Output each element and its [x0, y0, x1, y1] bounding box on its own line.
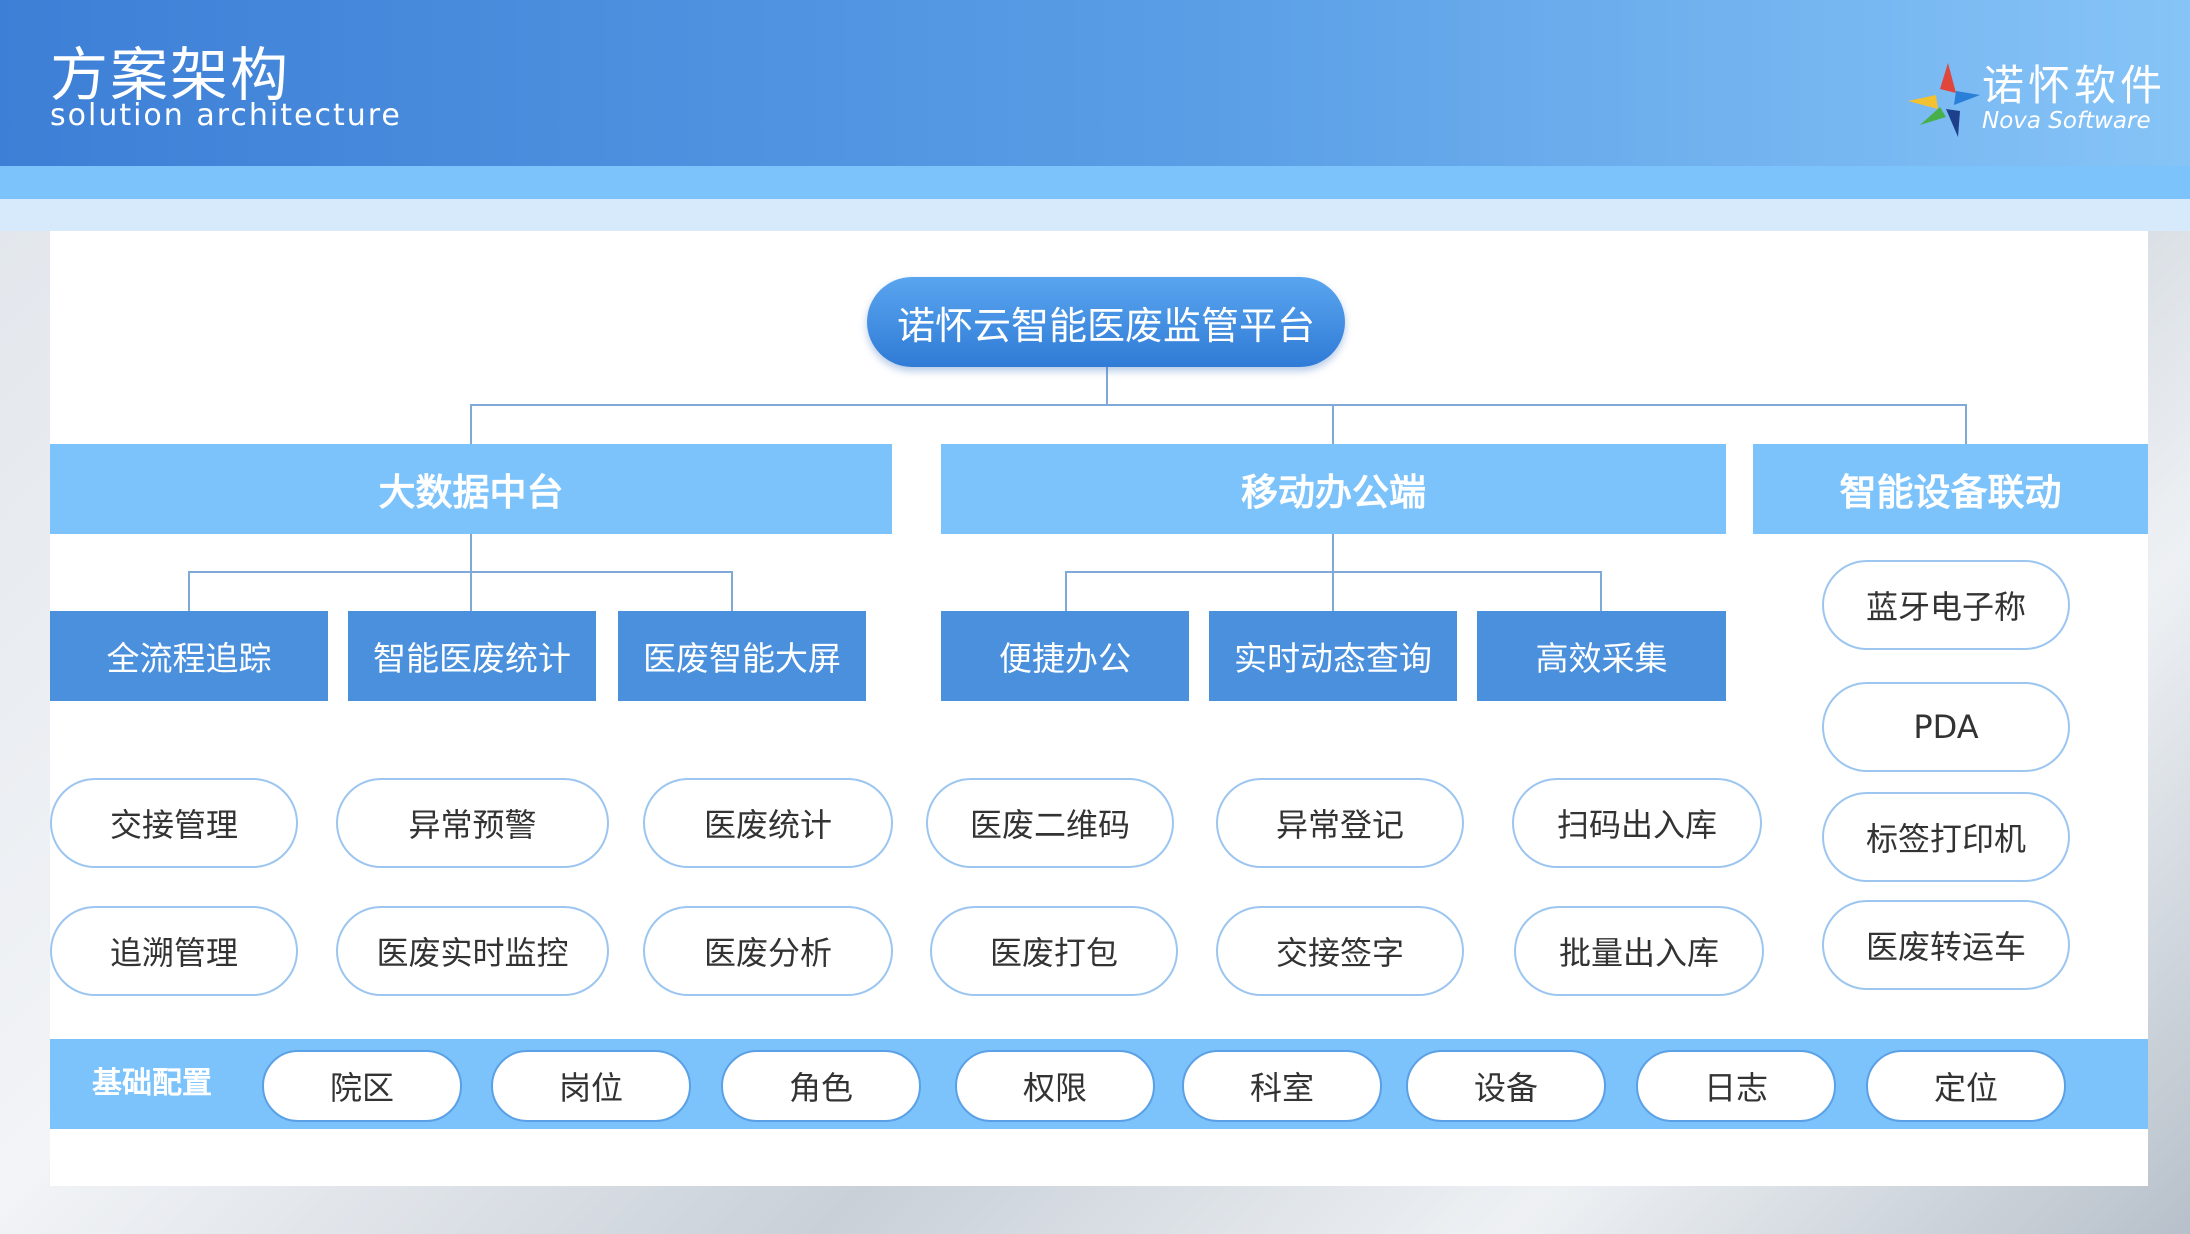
item-handover-management: 交接管理 — [50, 778, 298, 868]
item-waste-transport-cart: 医废转运车 — [1822, 900, 2070, 990]
base-item-department: 科室 — [1182, 1050, 1382, 1122]
sub-realtime-query: 实时动态查询 — [1209, 611, 1457, 701]
base-item-campus: 院区 — [262, 1050, 462, 1122]
item-waste-statistics: 医废统计 — [643, 778, 893, 868]
sub-waste-big-screen: 医废智能大屏 — [618, 611, 866, 701]
item-bluetooth-scale: 蓝牙电子称 — [1822, 560, 2070, 650]
sub-full-process-tracking: 全流程追踪 — [50, 611, 328, 701]
item-handover-signature: 交接签字 — [1216, 906, 1464, 996]
item-pda: PDA — [1822, 682, 2070, 772]
branch-smart-devices: 智能设备联动 — [1753, 444, 2148, 534]
item-anomaly-registration: 异常登记 — [1216, 778, 1464, 868]
item-label-printer: 标签打印机 — [1822, 792, 2070, 882]
item-waste-analysis: 医废分析 — [643, 906, 893, 996]
item-waste-qrcode: 医废二维码 — [926, 778, 1174, 868]
item-batch-in-out: 批量出入库 — [1514, 906, 1764, 996]
item-waste-packing: 医废打包 — [930, 906, 1178, 996]
base-config-label: 基础配置 — [92, 1066, 212, 1101]
item-realtime-monitoring: 医废实时监控 — [336, 906, 609, 996]
sub-efficient-collection: 高效采集 — [1477, 611, 1726, 701]
base-item-post: 岗位 — [491, 1050, 691, 1122]
base-item-permission: 权限 — [955, 1050, 1155, 1122]
base-item-role: 角色 — [721, 1050, 921, 1122]
branch-mobile-office: 移动办公端 — [941, 444, 1726, 534]
sub-convenient-office: 便捷办公 — [941, 611, 1189, 701]
item-scan-in-out: 扫码出入库 — [1512, 778, 1762, 868]
platform-root-node: 诺怀云智能医废监管平台 — [867, 277, 1345, 367]
branch-big-data: 大数据中台 — [50, 444, 892, 534]
base-item-location: 定位 — [1866, 1050, 2066, 1122]
base-item-log: 日志 — [1636, 1050, 1836, 1122]
sub-smart-waste-stats: 智能医废统计 — [348, 611, 596, 701]
base-item-device: 设备 — [1406, 1050, 1606, 1122]
item-anomaly-warning: 异常预警 — [336, 778, 609, 868]
item-traceability-management: 追溯管理 — [50, 906, 298, 996]
